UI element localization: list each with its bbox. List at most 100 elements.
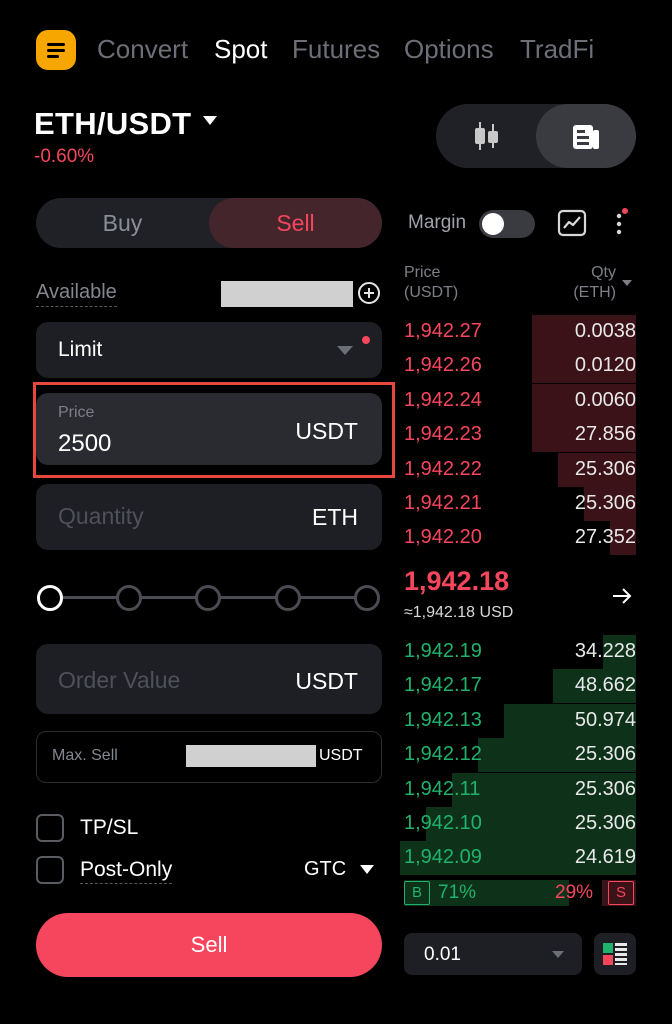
ask-qty: 0.0038 xyxy=(574,320,636,342)
order-value-unit: USDT xyxy=(295,668,358,694)
precision-value: 0.01 xyxy=(424,944,461,965)
slider-step-100[interactable] xyxy=(354,585,380,611)
tab-futures[interactable]: Futures xyxy=(292,34,380,65)
price-unit: USDT xyxy=(295,418,358,444)
tab-tradfi[interactable]: TradFi xyxy=(520,34,594,65)
max-sell-unit: USDT xyxy=(319,747,363,764)
slider-step-0[interactable] xyxy=(37,585,63,611)
bid-price: 1,942.09 xyxy=(404,846,482,869)
bid-row[interactable]: 1,942.12 25.306 xyxy=(400,738,636,773)
max-sell-label: Max. Sell xyxy=(52,747,118,764)
bid-price: 1,942.17 xyxy=(404,674,482,697)
tab-spot[interactable]: Spot xyxy=(214,34,268,65)
chart-icon[interactable] xyxy=(557,208,587,238)
arrow-right-icon[interactable] xyxy=(610,584,634,608)
quantity-unit: ETH xyxy=(312,504,358,530)
bid-qty: 34.228 xyxy=(574,640,636,662)
time-in-force-select[interactable]: GTC xyxy=(304,858,346,881)
menu-icon[interactable] xyxy=(36,30,76,70)
ask-price: 1,942.27 xyxy=(404,320,482,342)
bid-row[interactable]: 1,942.11 25.306 xyxy=(400,772,636,807)
bid-qty: 50.974 xyxy=(574,708,636,731)
bid-qty: 25.306 xyxy=(574,777,636,800)
plus-circle-icon[interactable] xyxy=(358,282,380,304)
ask-price: 1,942.23 xyxy=(404,423,482,446)
quantity-placeholder: Quantity xyxy=(58,503,144,529)
ask-qty: 25.306 xyxy=(574,457,636,480)
tab-options[interactable]: Options xyxy=(404,34,494,65)
slider-step-75[interactable] xyxy=(275,585,301,611)
ob-qty-header: Qty (ETH) xyxy=(573,264,616,301)
bid-price: 1,942.10 xyxy=(404,812,482,834)
ask-qty: 27.352 xyxy=(574,526,636,549)
tab-convert[interactable]: Convert xyxy=(97,34,188,65)
price-change: -0.60% xyxy=(34,146,95,167)
sell-button[interactable]: Sell xyxy=(36,913,382,977)
slider-step-25[interactable] xyxy=(116,585,142,611)
bid-price: 1,942.19 xyxy=(404,640,482,662)
ask-row[interactable]: 1,942.22 25.306 xyxy=(400,452,636,487)
sort-caret-icon[interactable] xyxy=(622,280,632,286)
buy-ratio-value: 71% xyxy=(438,882,477,903)
view-toggle[interactable] xyxy=(436,104,636,168)
slider-step-50[interactable] xyxy=(195,585,221,611)
buy-ratio-badge: B xyxy=(404,881,430,905)
ask-row[interactable]: 1,942.24 0.0060 xyxy=(400,383,636,418)
price-caption: Price xyxy=(58,404,95,421)
ask-price: 1,942.26 xyxy=(404,354,482,377)
ask-qty: 0.0120 xyxy=(574,354,636,377)
ask-price: 1,942.24 xyxy=(404,388,482,411)
bid-row[interactable]: 1,942.10 25.306 xyxy=(400,807,636,841)
available-label: Available xyxy=(36,281,117,307)
ask-price: 1,942.21 xyxy=(404,492,482,514)
candlestick-icon[interactable] xyxy=(472,120,500,152)
bid-price: 1,942.13 xyxy=(404,708,482,731)
ask-row[interactable]: 1,942.23 27.856 xyxy=(400,418,636,453)
order-type-value: Limit xyxy=(58,338,103,361)
chevron-down-icon[interactable] xyxy=(360,865,374,874)
available-balance-redacted xyxy=(221,281,353,307)
ask-price: 1,942.22 xyxy=(404,457,482,480)
order-value-placeholder: Order Value xyxy=(58,667,181,693)
bid-qty: 25.306 xyxy=(574,743,636,766)
bid-row[interactable]: 1,942.13 50.974 xyxy=(400,703,636,738)
sell-tab[interactable]: Sell xyxy=(209,198,382,248)
margin-label: Margin xyxy=(408,212,467,233)
bid-row[interactable]: 1,942.17 48.662 xyxy=(400,669,636,704)
chevron-down-icon xyxy=(337,346,353,355)
more-icon[interactable] xyxy=(614,208,628,238)
ask-row[interactable]: 1,942.20 27.352 xyxy=(400,521,636,556)
last-price-usd: ≈1,942.18 USD xyxy=(404,604,514,621)
ask-qty: 27.856 xyxy=(574,423,636,446)
chevron-down-icon xyxy=(552,951,564,958)
bid-qty: 25.306 xyxy=(574,812,636,834)
ask-row[interactable]: 1,942.27 0.0038 xyxy=(400,315,636,349)
tpsl-label[interactable]: TP/SL xyxy=(80,816,138,840)
bid-qty: 48.662 xyxy=(574,674,636,697)
margin-toggle[interactable] xyxy=(479,210,535,238)
tpsl-checkbox[interactable] xyxy=(36,814,64,842)
max-sell-redacted xyxy=(186,745,316,767)
ob-price-header: Price (USDT) xyxy=(404,264,459,301)
bid-price: 1,942.12 xyxy=(404,743,482,766)
bid-qty: 24.619 xyxy=(574,846,636,869)
ask-qty: 0.0060 xyxy=(574,388,636,411)
sell-ratio-value: 29% xyxy=(555,882,594,903)
orderbook-icon[interactable] xyxy=(571,122,601,152)
postonly-checkbox[interactable] xyxy=(36,856,64,884)
top-nav: Convert Spot Futures Options TradFi xyxy=(0,0,672,100)
last-price: 1,942.18 xyxy=(404,566,510,596)
pair-selector[interactable]: ETH/USDT xyxy=(34,106,191,142)
notification-dot xyxy=(362,336,370,344)
bid-row[interactable]: 1,942.19 34.228 xyxy=(400,635,636,669)
buy-tab[interactable]: Buy xyxy=(36,198,209,248)
price-value[interactable]: 2500 xyxy=(58,430,111,458)
bid-row[interactable]: 1,942.09 24.619 xyxy=(400,841,636,876)
ask-price: 1,942.20 xyxy=(404,526,482,549)
layout-icon[interactable] xyxy=(594,933,636,975)
bid-price: 1,942.11 xyxy=(404,777,481,800)
ask-row[interactable]: 1,942.21 25.306 xyxy=(400,487,636,521)
chevron-down-icon[interactable] xyxy=(203,116,217,125)
postonly-label[interactable]: Post-Only xyxy=(80,858,173,884)
ask-row[interactable]: 1,942.26 0.0120 xyxy=(400,349,636,384)
